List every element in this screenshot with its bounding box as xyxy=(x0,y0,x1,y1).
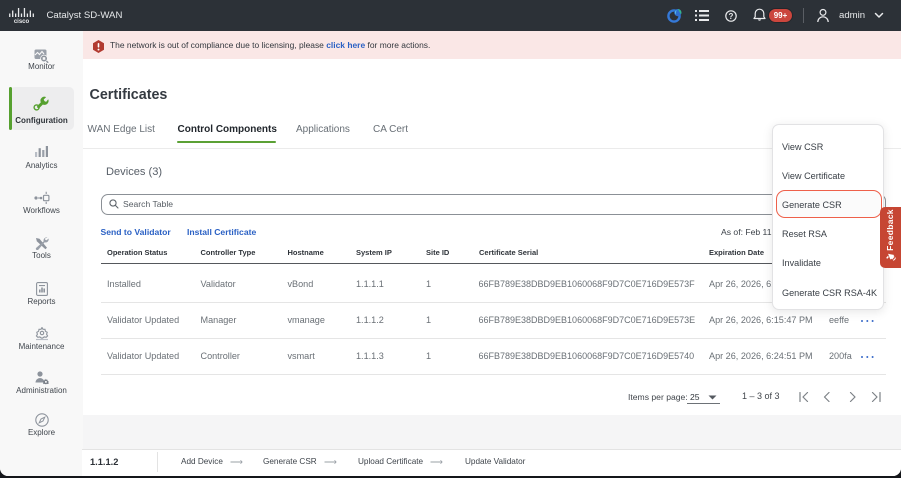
svg-text:cisco: cisco xyxy=(14,19,30,23)
svg-text:?: ? xyxy=(729,11,734,20)
